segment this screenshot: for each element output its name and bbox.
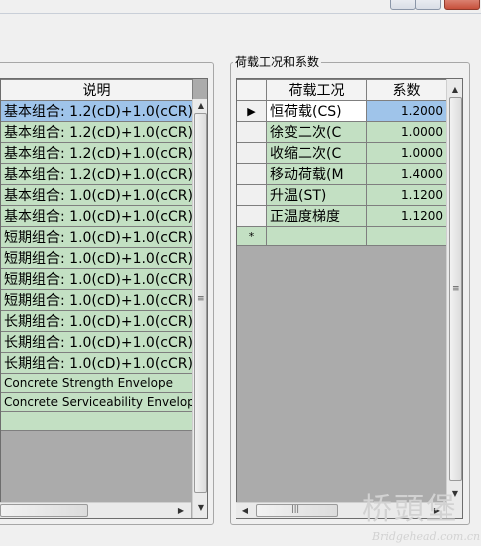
table-row[interactable]: 短期组合: 1.0(cD)+1.0(cCR)+: [1, 289, 193, 311]
combination-grid: 说明 基本组合: 1.2(cD)+1.0(cCR)+ 基本组合: 1.2(cD)+…: [0, 78, 208, 519]
combination-description-cell[interactable]: 短期组合: 1.0(cD)+1.0(cCR)+: [1, 247, 193, 269]
left-horizontal-scrollbar[interactable]: ▶: [0, 502, 191, 518]
table-row[interactable]: 基本组合: 1.0(cD)+1.0(cCR)+: [1, 205, 193, 227]
right-vertical-scrollbar[interactable]: ▲ ≡ ▼: [446, 79, 462, 518]
factor-cell[interactable]: 1.1200: [366, 205, 447, 227]
watermark-logo: 桥頭堡: [362, 492, 458, 527]
left-vertical-thumb[interactable]: ≡: [194, 113, 207, 493]
combination-description-cell[interactable]: [1, 411, 193, 431]
combination-description-cell[interactable]: 长期组合: 1.0(cD)+1.0(cCR)+: [1, 310, 193, 332]
left-vertical-scrollbar[interactable]: ▲ ≡ ▼: [192, 99, 207, 518]
table-row[interactable]: 短期组合: 1.0(cD)+1.0(cCR)+: [1, 247, 193, 269]
current-row-arrow-icon[interactable]: ▶: [237, 100, 267, 122]
factor-cell[interactable]: 1.0000: [366, 121, 447, 143]
combination-description-cell[interactable]: 基本组合: 1.0(cD)+1.0(cCR)+: [1, 184, 193, 206]
load-case-group-title: 荷载工况和系数: [233, 55, 322, 69]
combination-description-cell[interactable]: 基本组合: 1.2(cD)+1.0(cCR)+: [1, 142, 193, 164]
watermark-url: Bridgehead.com.cn: [372, 530, 481, 543]
scroll-up-icon[interactable]: ▲: [450, 85, 460, 95]
load-case-table: 荷载工况 系数 ▶ 恒荷载(CS) 1.2000 徐变二次(C 1.0000 收缩二次(C…: [237, 79, 447, 246]
table-row[interactable]: 升温(ST) 1.1200: [237, 184, 447, 206]
table-row[interactable]: Concrete Serviceability Envelop: [1, 392, 193, 412]
title-bar-edge: [0, 13, 481, 14]
row-indicator[interactable]: [237, 184, 267, 206]
combination-description-cell[interactable]: 基本组合: 1.2(cD)+1.0(cCR)+: [1, 121, 193, 143]
table-row[interactable]: [1, 411, 193, 431]
row-indicator[interactable]: [237, 121, 267, 143]
row-indicator[interactable]: [237, 142, 267, 164]
factor-cell[interactable]: [366, 226, 447, 246]
close-button[interactable]: [444, 0, 480, 10]
load-case-cell[interactable]: 徐变二次(C: [266, 121, 367, 143]
minimize-button[interactable]: [390, 0, 416, 10]
grip-icon: ≡: [452, 284, 460, 294]
table-row[interactable]: 收缩二次(C 1.0000: [237, 142, 447, 164]
combination-table: 说明 基本组合: 1.2(cD)+1.0(cCR)+ 基本组合: 1.2(cD)+…: [1, 79, 193, 431]
load-case-cell[interactable]: 升温(ST): [266, 184, 367, 206]
combination-description-cell[interactable]: 长期组合: 1.0(cD)+1.0(cCR)+: [1, 352, 193, 374]
table-row[interactable]: Concrete Strength Envelope: [1, 373, 193, 393]
table-row[interactable]: 长期组合: 1.0(cD)+1.0(cCR)+: [1, 310, 193, 332]
row-indicator[interactable]: [237, 205, 267, 227]
table-row[interactable]: 徐变二次(C 1.0000: [237, 121, 447, 143]
scroll-down-icon[interactable]: ▼: [196, 503, 206, 513]
row-indicator-header: [237, 79, 267, 101]
combination-description-cell[interactable]: 基本组合: 1.2(cD)+1.0(cCR)+: [1, 163, 193, 185]
column-header-factor[interactable]: 系数: [366, 79, 447, 101]
window-caption-buttons: [388, 0, 481, 10]
table-row[interactable]: ▶ 恒荷载(CS) 1.2000: [237, 100, 447, 122]
table-row[interactable]: 基本组合: 1.2(cD)+1.0(cCR)+: [1, 121, 193, 143]
left-horizontal-thumb[interactable]: [0, 504, 88, 517]
combination-description-cell[interactable]: 长期组合: 1.0(cD)+1.0(cCR)+: [1, 331, 193, 353]
combination-description-cell[interactable]: 基本组合: 1.2(cD)+1.0(cCR)+: [1, 100, 193, 122]
column-header-load-case[interactable]: 荷载工况: [266, 79, 367, 101]
load-case-cell[interactable]: 恒荷载(CS): [266, 100, 367, 122]
combination-description-cell[interactable]: 短期组合: 1.0(cD)+1.0(cCR)+: [1, 289, 193, 311]
scroll-right-icon[interactable]: ▶: [176, 506, 186, 516]
combination-description-cell[interactable]: Concrete Serviceability Envelop: [1, 392, 193, 412]
new-row-asterisk-icon[interactable]: *: [237, 226, 267, 246]
combination-description-cell[interactable]: Concrete Strength Envelope: [1, 373, 193, 393]
scroll-up-icon[interactable]: ▲: [196, 101, 206, 111]
right-horizontal-thumb[interactable]: |||: [256, 504, 338, 517]
factor-cell[interactable]: 1.0000: [366, 142, 447, 164]
load-case-grid: 荷载工况 系数 ▶ 恒荷载(CS) 1.2000 徐变二次(C 1.0000 收缩二次(C…: [236, 78, 463, 519]
load-case-cell[interactable]: 收缩二次(C: [266, 142, 367, 164]
factor-cell[interactable]: 1.2000: [366, 100, 447, 122]
new-row[interactable]: *: [237, 226, 447, 246]
table-row[interactable]: 移动荷载(M 1.4000: [237, 163, 447, 185]
column-header-description[interactable]: 说明: [1, 79, 193, 101]
right-vertical-thumb[interactable]: ≡: [449, 97, 462, 481]
load-case-cell[interactable]: 正温度梯度: [266, 205, 367, 227]
load-case-cell[interactable]: 移动荷载(M: [266, 163, 367, 185]
combination-description-cell[interactable]: 基本组合: 1.0(cD)+1.0(cCR)+: [1, 205, 193, 227]
table-row[interactable]: 基本组合: 1.2(cD)+1.0(cCR)+: [1, 163, 193, 185]
combination-description-cell[interactable]: 短期组合: 1.0(cD)+1.0(cCR)+: [1, 268, 193, 290]
row-indicator[interactable]: [237, 163, 267, 185]
table-row[interactable]: 长期组合: 1.0(cD)+1.0(cCR)+: [1, 331, 193, 353]
combination-description-cell[interactable]: 短期组合: 1.0(cD)+1.0(cCR)+: [1, 226, 193, 248]
table-row[interactable]: 基本组合: 1.2(cD)+1.0(cCR)+: [1, 142, 193, 164]
load-case-cell[interactable]: [266, 226, 367, 246]
table-row[interactable]: 基本组合: 1.0(cD)+1.0(cCR)+: [1, 184, 193, 206]
table-row[interactable]: 正温度梯度 1.1200: [237, 205, 447, 227]
table-row[interactable]: 基本组合: 1.2(cD)+1.0(cCR)+: [1, 100, 193, 122]
scroll-left-icon[interactable]: ◀: [240, 506, 250, 516]
factor-cell[interactable]: 1.1200: [366, 184, 447, 206]
maximize-button[interactable]: [415, 0, 441, 10]
grip-icon: |||: [291, 504, 300, 513]
factor-cell[interactable]: 1.4000: [366, 163, 447, 185]
grip-icon: ≡: [197, 294, 205, 304]
table-row[interactable]: 长期组合: 1.0(cD)+1.0(cCR)+: [1, 352, 193, 374]
table-row[interactable]: 短期组合: 1.0(cD)+1.0(cCR)+: [1, 268, 193, 290]
table-row[interactable]: 短期组合: 1.0(cD)+1.0(cCR)+: [1, 226, 193, 248]
